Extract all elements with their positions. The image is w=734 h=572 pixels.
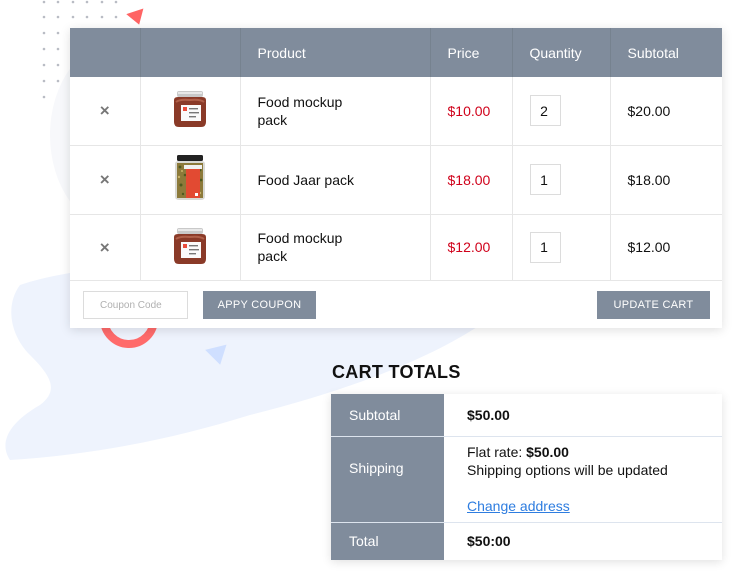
header-product: Product	[240, 28, 431, 77]
cart-header-row: Product Price Quantity Subtotal	[70, 28, 722, 77]
flat-rate-label: Flat rate:	[467, 443, 523, 460]
header-quantity: Quantity	[512, 28, 611, 77]
cart-actions: APPY COUPON UPDATE CART	[70, 280, 722, 328]
subtotal-value: $50.00	[467, 406, 510, 423]
change-address-link[interactable]: Change address	[467, 497, 570, 515]
product-name-link[interactable]: Food mockup pack	[258, 93, 368, 129]
item-subtotal: $20.00	[627, 102, 671, 119]
quantity-input[interactable]	[529, 164, 561, 195]
remove-item-icon[interactable]: ×	[100, 171, 110, 188]
header-price: Price	[430, 28, 513, 77]
jam-jar-thumbnail[interactable]	[170, 227, 210, 265]
coupon-code-input[interactable]	[83, 291, 188, 319]
totals-shipping-row: Shipping Flat rate: $50.00 Shipping opti…	[331, 436, 722, 523]
flat-rate-value: $50.00	[526, 443, 569, 460]
red-triangle-decoration	[126, 8, 148, 28]
cart-table: Product Price Quantity Subtotal × Food m…	[70, 28, 722, 281]
item-price: $10.00	[447, 102, 491, 119]
cart-row: × Food Jaar pack $18.00 1 $18.00	[70, 145, 722, 215]
apply-coupon-button[interactable]: APPY COUPON	[203, 291, 316, 319]
remove-item-icon[interactable]: ×	[100, 239, 110, 256]
header-thumbnail	[140, 28, 241, 77]
quantity-input[interactable]	[529, 231, 561, 263]
cart-totals-table: Subtotal $50.00 Shipping Flat rate: $50.…	[331, 394, 722, 560]
subtotal-label: Subtotal	[331, 394, 444, 437]
quantity-input[interactable]	[529, 95, 561, 127]
header-remove	[70, 28, 141, 77]
cart-row: × Food mockup pack $12.00 1 $12.00	[70, 214, 722, 281]
flat-rate-line: Flat rate: $50.00	[467, 443, 722, 461]
update-cart-button[interactable]: UPDATE CART	[597, 291, 710, 319]
total-value: $50:00	[467, 533, 511, 550]
item-price: $18.00	[447, 171, 491, 188]
remove-item-icon[interactable]: ×	[100, 102, 110, 119]
header-subtotal: Subtotal	[610, 28, 722, 77]
shipping-label: Shipping	[331, 436, 444, 523]
product-name-link[interactable]: Food Jaar pack	[258, 171, 368, 189]
totals-subtotal-row: Subtotal $50.00	[331, 394, 722, 437]
item-price: $12.00	[447, 239, 491, 255]
jam-jar-thumbnail[interactable]	[170, 90, 210, 128]
total-label: Total	[331, 522, 444, 560]
item-subtotal: $12.00	[627, 239, 671, 255]
cart-table-card: Product Price Quantity Subtotal × Food m…	[70, 28, 722, 328]
shipping-note: Shipping options will be updated	[467, 461, 668, 478]
spice-jar-thumbnail[interactable]	[172, 155, 208, 201]
cart-totals-heading: CART TOTALS	[332, 362, 461, 382]
totals-total-row: Total $50:00	[331, 522, 722, 560]
blue-triangle-decoration	[205, 344, 231, 368]
cart-totals-card: Subtotal $50.00 Shipping Flat rate: $50.…	[331, 394, 722, 560]
product-name-link[interactable]: Food mockup pack	[258, 229, 368, 265]
cart-row: × Food mockup pack $10.00 2 $20.00	[70, 77, 722, 146]
item-subtotal: $18.00	[627, 171, 671, 188]
